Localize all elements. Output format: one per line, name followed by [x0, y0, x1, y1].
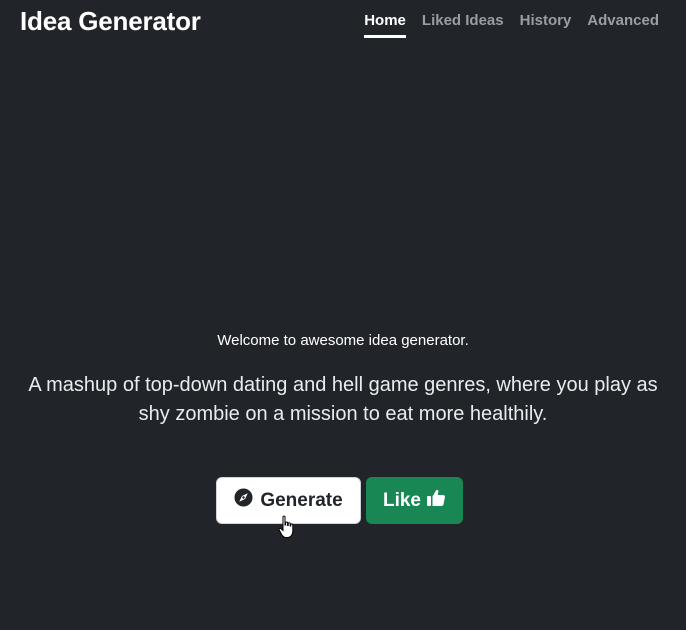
- welcome-text: Welcome to awesome idea generator.: [217, 332, 469, 349]
- app-title[interactable]: Idea Generator: [20, 6, 201, 37]
- like-label: Like: [382, 489, 422, 511]
- thumbs-up-icon: [426, 488, 446, 513]
- compass-icon: [234, 488, 253, 513]
- like-button[interactable]: Like: [366, 477, 463, 524]
- idea-text: A mashup of top-down dating and hell gam…: [28, 374, 658, 425]
- navbar: Idea Generator Home Liked Ideas History …: [0, 0, 686, 46]
- nav-item-advanced[interactable]: Advanced: [587, 12, 659, 38]
- action-buttons: Generate Like: [216, 477, 463, 524]
- hand-cursor-icon: [278, 515, 296, 539]
- generate-label: Generate: [260, 489, 343, 511]
- nav-item-liked-ideas[interactable]: Liked Ideas: [422, 12, 504, 38]
- nav-menu: Home Liked Ideas History Advanced: [364, 12, 659, 38]
- nav-item-history[interactable]: History: [520, 12, 572, 38]
- page: Idea Generator Home Liked Ideas History …: [0, 0, 686, 630]
- nav-item-home[interactable]: Home: [364, 12, 406, 38]
